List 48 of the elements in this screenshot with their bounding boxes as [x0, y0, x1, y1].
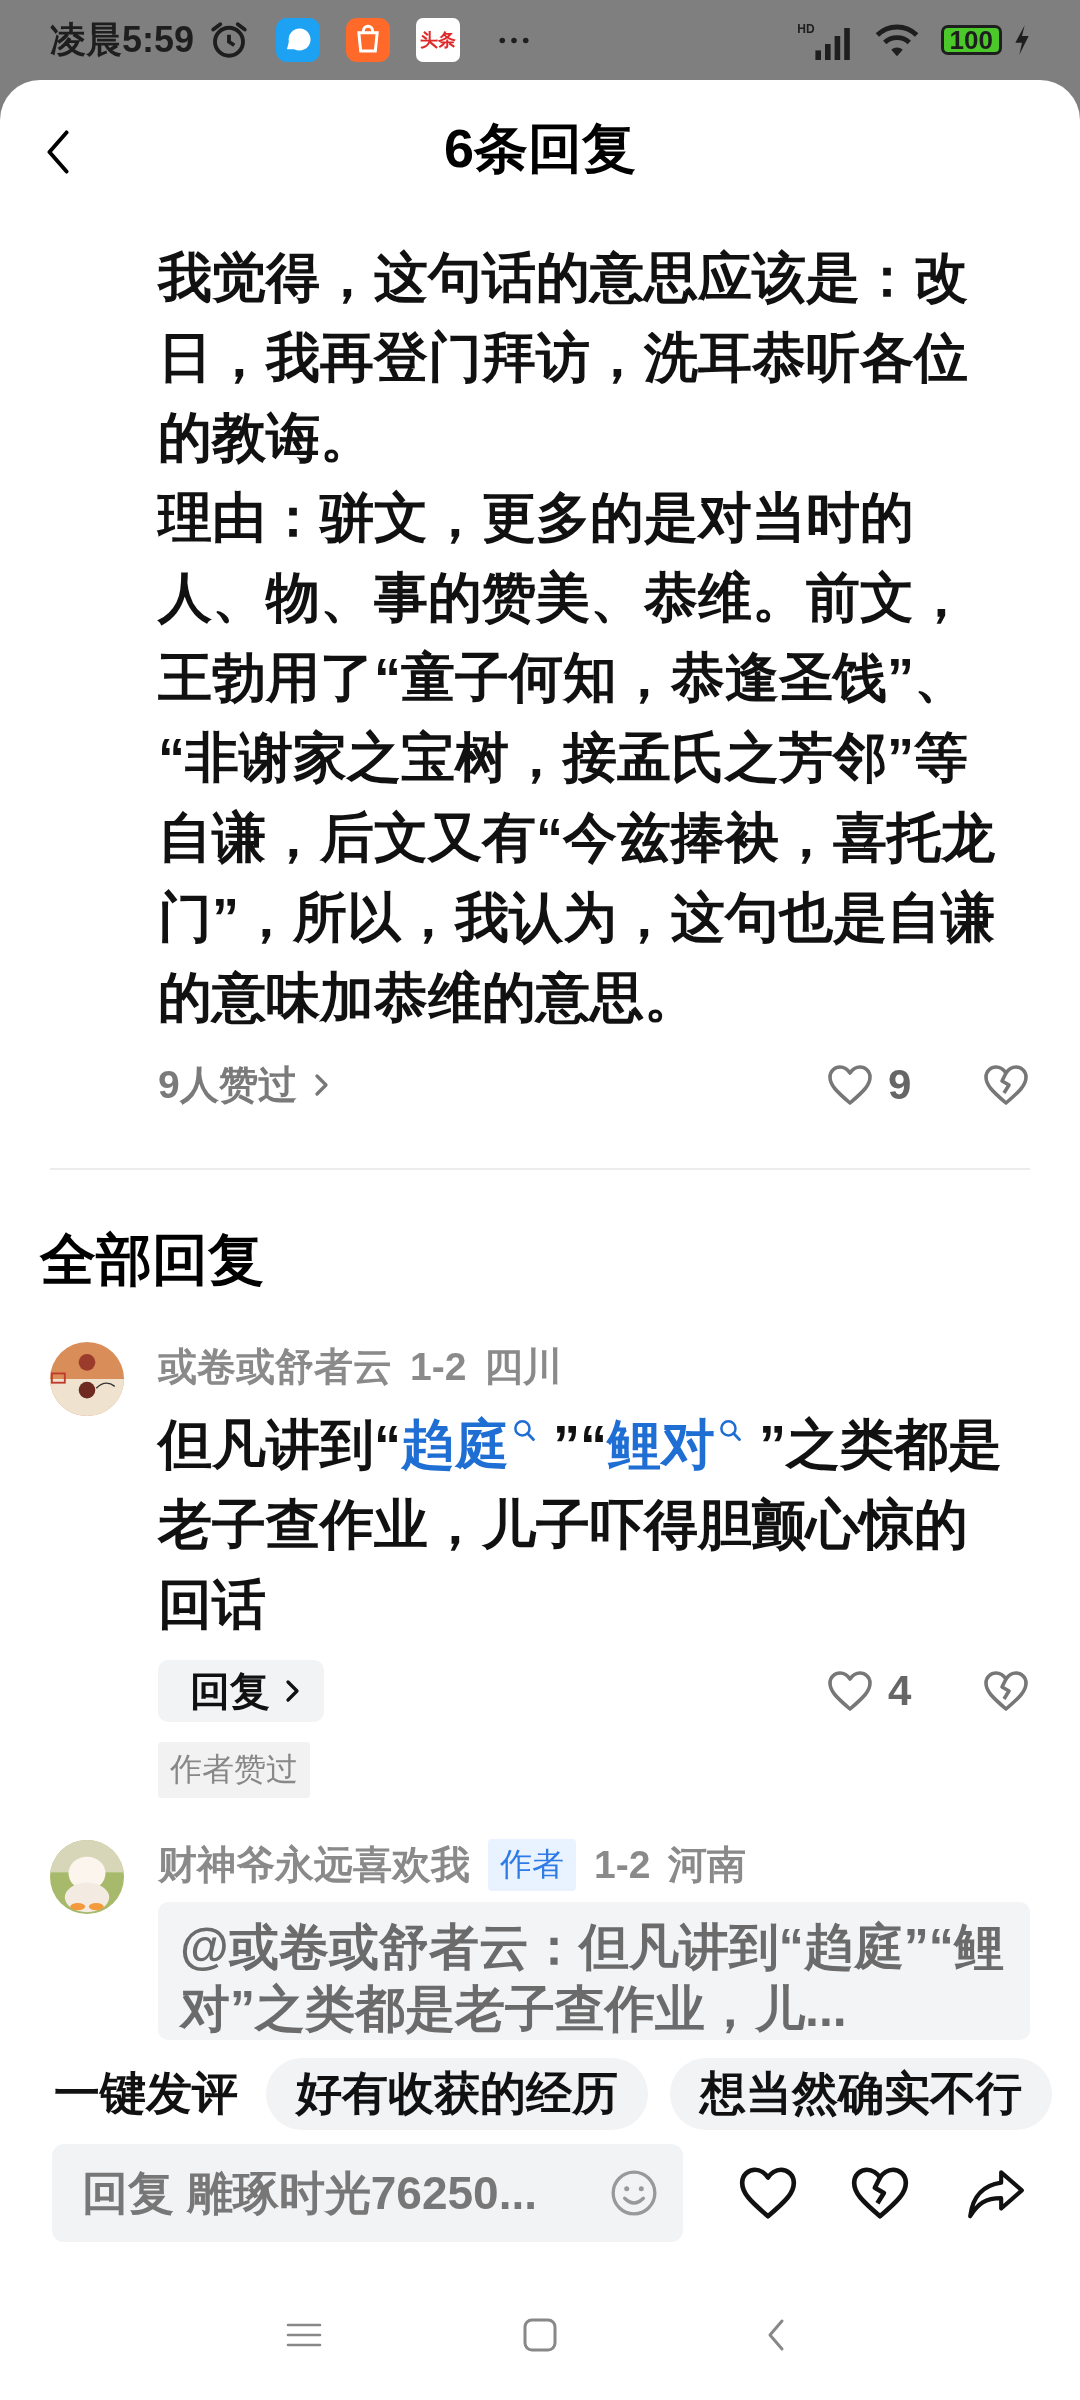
quoted-text: 对”之类都是老子查作业，儿...: [180, 1980, 848, 2039]
network-type: HD: [797, 22, 815, 36]
chat-app-icon: [276, 18, 321, 62]
comment-text: 的教诲。: [158, 406, 375, 469]
reply-input[interactable]: 回复 雕琢时光76250...: [52, 2144, 683, 2242]
comment-text: 我觉得，这句话的意思应该是：改: [158, 246, 969, 309]
comment-text: 理由：骈文，更多的是对当时的: [158, 486, 915, 549]
battery-indicator: 100: [940, 25, 1002, 55]
comment-text: 日，我再登门拜访，洗耳恭听各位: [158, 326, 969, 389]
reply-location: 四川: [484, 1344, 563, 1390]
reply-date: 1-2: [594, 1843, 651, 1887]
quick-comment-chip[interactable]: 好有收获的经历: [266, 2058, 648, 2130]
quick-comment-label: 一键发评: [54, 2066, 238, 2121]
author-tag: 作者: [488, 1839, 576, 1891]
search-icon: [513, 1419, 535, 1441]
comment-text: 回话: [158, 1573, 266, 1636]
comment-text: 但凡讲到“趋庭 ”“鲤对 ”之类都是: [158, 1413, 1002, 1476]
comment-text: “非谢家之宝树，接孟氏之芳邻”等: [158, 726, 969, 789]
like-count: 4: [888, 1667, 913, 1715]
quoted-text: @或卷或舒者云：但凡讲到“趋庭”“鲤: [180, 1918, 1005, 1977]
search-icon: [719, 1419, 741, 1441]
search-link[interactable]: 趋庭: [401, 1414, 553, 1474]
emoji-icon[interactable]: [609, 2168, 659, 2218]
quick-comment-chip[interactable]: 想当然确实不行: [670, 2058, 1052, 2130]
clock-time: 凌晨5:59: [50, 17, 195, 62]
author-liked-tag: 作者赞过: [158, 1742, 310, 1798]
section-title: 全部回复: [40, 1227, 265, 1293]
comment-text: 人、物、事的赞美、恭维。前文，: [158, 566, 969, 629]
like-count: 9: [888, 1061, 913, 1109]
user-name[interactable]: 财神爷永远喜欢我: [158, 1838, 470, 1892]
back-icon[interactable]: [45, 130, 71, 174]
likers-link[interactable]: 9人赞过: [158, 1058, 329, 1112]
home-icon[interactable]: [522, 2318, 558, 2352]
comment-text: 老子查作业，儿子吓得胆颤心惊的: [158, 1493, 968, 1556]
search-link[interactable]: 鲤对: [607, 1414, 759, 1474]
reply-button[interactable]: 回复: [158, 1660, 324, 1722]
comment-text: 门”，所以，我认为，这句也是自谦: [158, 886, 996, 949]
more-icon: [498, 35, 531, 45]
comment-text: 自谦，后文又有“今兹捧袂，喜托龙: [158, 806, 996, 869]
signal-icon: [812, 28, 853, 60]
comment-text: 王勃用了“童子何知，恭逢圣饯”、: [158, 646, 969, 709]
news-app-icon: 头条: [416, 18, 461, 62]
shopping-bag-app-icon: [346, 18, 391, 62]
reply-date: 1-2: [410, 1345, 467, 1389]
comment-text: 的意味加恭维的意思。: [158, 966, 699, 1029]
reply-location: 河南: [668, 1842, 747, 1888]
page-title: 6条回复: [443, 116, 636, 180]
user-name[interactable]: 或卷或舒者云: [158, 1340, 392, 1394]
